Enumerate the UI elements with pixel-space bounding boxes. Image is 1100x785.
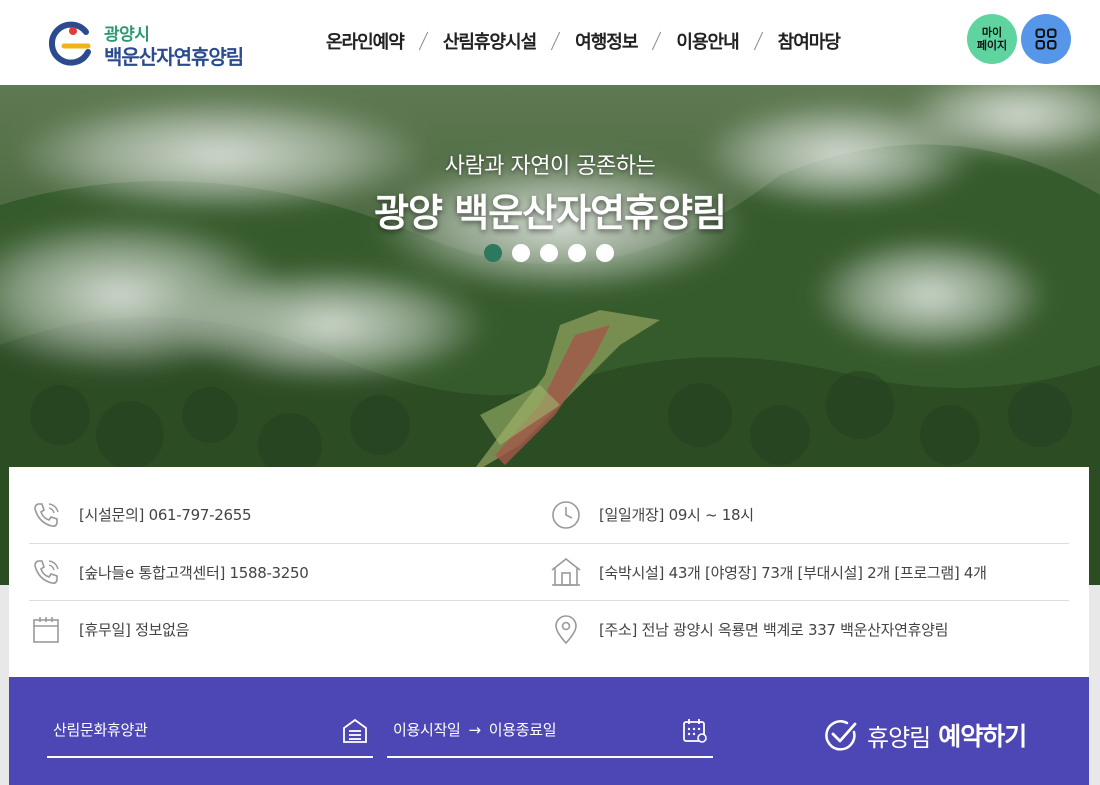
info-row: [숲나들e 통합고객센터] 1588-3250 [숙박시설] 43개 [야영장]… <box>29 544 1069 601</box>
check-circle-icon <box>825 720 857 751</box>
my-page-label-line1: 마이 <box>981 26 1003 39</box>
holiday-text: [휴무일] 정보없음 <box>79 621 190 639</box>
info-holiday: [휴무일] 정보없음 <box>29 601 189 658</box>
address-text: [주소] 전남 광양시 옥룡면 백계로 337 백운산자연휴양림 <box>599 621 949 639</box>
facility-select[interactable]: 산림문화휴양관 <box>47 705 373 758</box>
info-row: [휴무일] 정보없음 [주소] 전남 광양시 옥룡면 백계로 337 백운산자연… <box>29 601 1069 658</box>
nav-divider <box>550 31 561 51</box>
hours-text: [일일개장] 09시 ~ 18시 <box>599 506 754 524</box>
phone-icon <box>29 555 63 589</box>
reserve-button[interactable]: 휴양림 예약하기 <box>823 715 1027 755</box>
house-icon <box>549 555 583 589</box>
building-icon <box>343 718 367 743</box>
info-address: [주소] 전남 광양시 옥룡면 백계로 337 백운산자연휴양림 <box>549 601 948 658</box>
site-logo[interactable]: 광양시 백운산자연휴양림 <box>46 18 261 69</box>
reservation-bar: 산림문화휴양관 이용시작일 → 이용종료일 휴양림 예약하기 <box>9 677 1089 785</box>
logo-name-text: 백운산자연휴양림 <box>104 45 244 69</box>
site-header: 광양시 백운산자연휴양림 온라인예약 산림휴양시설 여행정보 이용안내 참여마당… <box>0 0 1100 85</box>
location-pin-icon <box>549 613 583 647</box>
grid-icon <box>1035 28 1057 50</box>
slide-dot-3[interactable] <box>540 244 558 262</box>
nav-forest-facilities[interactable]: 산림휴양시설 <box>443 28 537 54</box>
phone-text: [시설문의] 061-797-2655 <box>79 506 252 524</box>
nav-divider <box>418 31 428 51</box>
nav-travel-info[interactable]: 여행정보 <box>575 28 638 54</box>
nav-divider <box>753 31 763 51</box>
page: 광양시 백운산자연휴양림 온라인예약 산림휴양시설 여행정보 이용안내 참여마당… <box>0 0 1100 785</box>
all-menu-button[interactable] <box>1021 14 1071 64</box>
slide-dot-2[interactable] <box>512 244 530 262</box>
clock-icon <box>549 498 583 532</box>
phone-icon <box>29 498 63 532</box>
calendar-icon <box>29 613 63 647</box>
my-page-button[interactable]: 마이 페이지 <box>967 14 1017 64</box>
center-text: [숲나들e 통합고객센터] 1588-3250 <box>79 563 309 582</box>
main-nav: 온라인예약 산림휴양시설 여행정보 이용안내 참여마당 <box>326 26 841 56</box>
nav-divider <box>652 31 662 51</box>
info-phone: [시설문의] 061-797-2655 <box>29 486 252 543</box>
date-range-input[interactable]: 이용시작일 → 이용종료일 <box>387 705 713 758</box>
info-hours: [일일개장] 09시 ~ 18시 <box>549 486 754 543</box>
reserve-button-label-bold: 예약하기 <box>938 722 1027 751</box>
nav-usage-guide[interactable]: 이용안내 <box>676 28 739 54</box>
slide-dot-1[interactable] <box>484 244 502 262</box>
info-center: [숲나들e 통합고객센터] 1588-3250 <box>29 544 309 600</box>
info-facilities: [숙박시설] 43개 [야영장] 73개 [부대시설] 2개 [프로그램] 4개 <box>549 544 987 600</box>
info-row: [시설문의] 061-797-2655 [일일개장] 09시 ~ 18시 <box>29 486 1069 544</box>
facilities-text: [숙박시설] 43개 [야영장] 73개 [부대시설] 2개 [프로그램] 4개 <box>599 563 987 582</box>
slide-dot-4[interactable] <box>568 244 586 262</box>
my-page-label-line2: 페이지 <box>976 39 1008 52</box>
end-date-placeholder: 이용종료일 <box>488 721 557 739</box>
logo-mark-icon <box>49 21 91 66</box>
reserve-button-label-light: 휴양림 <box>867 723 931 752</box>
arrow-right-icon: → <box>468 721 482 739</box>
facility-info-panel: [시설문의] 061-797-2655 [일일개장] 09시 ~ 18시 [숲나… <box>9 467 1089 677</box>
hero-title: 광양 백운산자연휴양림 <box>374 191 727 235</box>
hero-subtitle: 사람과 자연이 공존하는 <box>444 154 656 179</box>
calendar-icon <box>683 719 707 743</box>
nav-participation[interactable]: 참여마당 <box>778 28 841 54</box>
date-range-text: 이용시작일 → 이용종료일 <box>393 719 557 740</box>
nav-online-reservation[interactable]: 온라인예약 <box>326 28 405 54</box>
start-date-placeholder: 이용시작일 <box>393 721 461 739</box>
slide-pagination <box>484 244 614 262</box>
slide-dot-5[interactable] <box>596 244 614 262</box>
facility-select-value: 산림문화휴양관 <box>53 721 148 739</box>
